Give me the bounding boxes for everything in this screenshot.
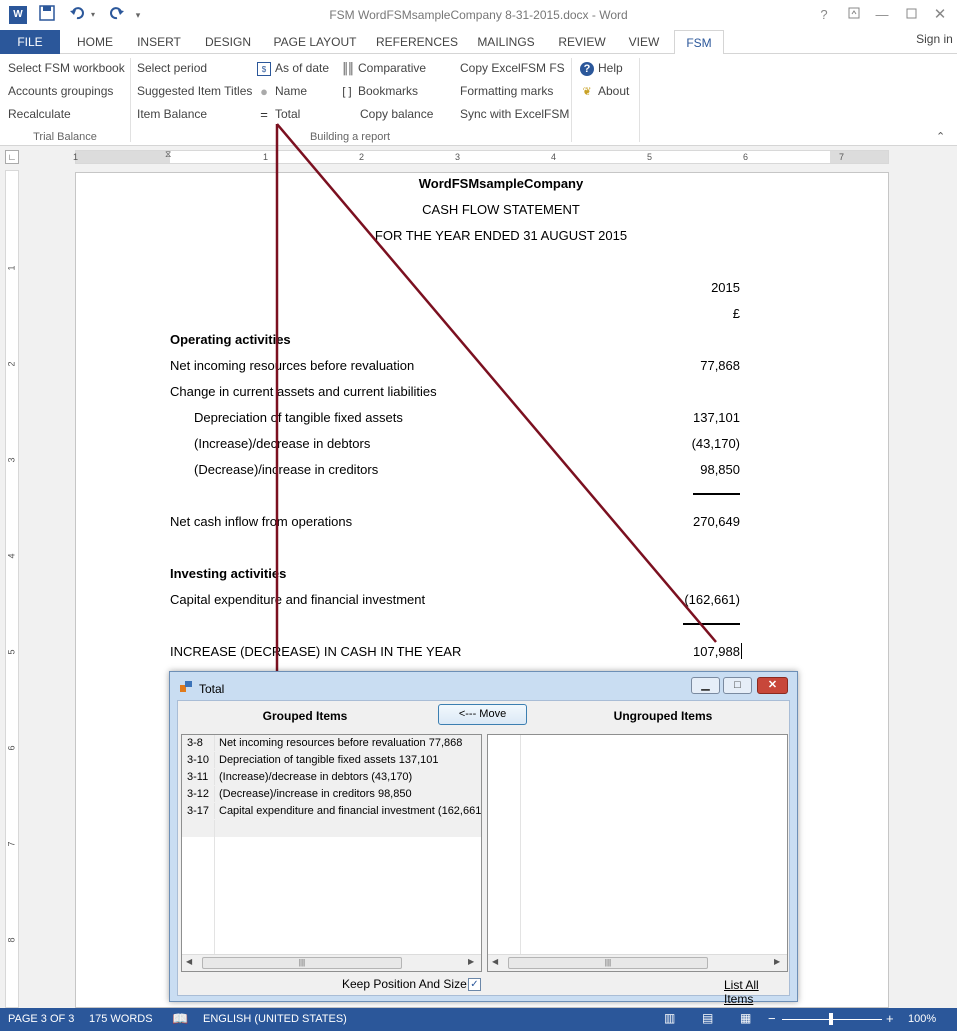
dialog-body: Grouped Items <--- Move Ungrouped Items … — [177, 700, 790, 1006]
zoom-in-icon[interactable]: + — [886, 1011, 894, 1026]
keep-position-label: Keep Position And Size — [342, 977, 467, 991]
zoom-out-icon[interactable]: − — [768, 1011, 776, 1026]
zoom-slider-thumb[interactable] — [829, 1013, 833, 1025]
table-row[interactable]: 3-17 Capital expenditure and financial i… — [182, 803, 481, 820]
ungrouped-items-header: Ungrouped Items — [613, 709, 713, 723]
scroll-right-icon[interactable]: ▶ — [468, 957, 474, 966]
row-text: (Decrease)/increase in creditors 98,850 — [219, 788, 412, 800]
print-layout-icon[interactable]: ▤ — [702, 1011, 713, 1025]
scroll-thumb[interactable]: ||| — [508, 957, 708, 969]
table-row[interactable]: 3-11 (Increase)/decrease in debtors (43,… — [182, 769, 481, 786]
total-dialog: Total ▁ □ ✕ Grouped Items <--- Move Ungr… — [169, 671, 798, 1006]
row-text: Capital expenditure and financial invest… — [219, 805, 482, 817]
grid-column-divider — [520, 735, 521, 971]
grouped-horizontal-scrollbar[interactable]: ◀ ||| ▶ — [182, 954, 481, 971]
language-indicator[interactable]: ENGLISH (UNITED STATES) — [203, 1013, 347, 1025]
row-code: 3-11 — [187, 771, 209, 783]
dialog-app-icon — [180, 681, 192, 693]
read-mode-icon[interactable]: ▥ — [664, 1011, 675, 1025]
scroll-left-icon[interactable]: ◀ — [492, 957, 498, 966]
row-text: (Increase)/decrease in debtors (43,170) — [219, 771, 413, 783]
scroll-left-icon[interactable]: ◀ — [186, 957, 192, 966]
row-code: 3-10 — [187, 754, 210, 766]
ungrouped-items-grid[interactable]: ◀ ||| ▶ — [487, 734, 788, 972]
scroll-right-icon[interactable]: ▶ — [774, 957, 780, 966]
zoom-level[interactable]: 100% — [908, 1013, 936, 1025]
list-all-items-link[interactable]: List All Items — [724, 978, 789, 1006]
table-row[interactable]: 3-10 Depreciation of tangible fixed asse… — [182, 752, 481, 769]
proofing-icon[interactable]: 📖 — [172, 1011, 188, 1027]
web-layout-icon[interactable]: ▦ — [740, 1011, 751, 1025]
move-button[interactable]: <--- Move — [438, 704, 527, 725]
row-text: Net incoming resources before revaluatio… — [219, 737, 463, 749]
keep-position-checkbox[interactable]: ✓ — [468, 978, 481, 991]
scroll-thumb[interactable]: ||| — [202, 957, 402, 969]
page-indicator[interactable]: PAGE 3 OF 3 — [8, 1013, 74, 1025]
dialog-title: Total — [199, 682, 225, 696]
diagonal-pointer-line — [276, 123, 717, 643]
row-code: 3-17 — [187, 805, 210, 817]
row-code: 3-12 — [187, 788, 210, 800]
grouped-items-grid[interactable]: 3-8 Net incoming resources before revalu… — [181, 734, 482, 972]
table-row[interactable]: 3-12 (Decrease)/increase in creditors 98… — [182, 786, 481, 803]
ungrouped-horizontal-scrollbar[interactable]: ◀ ||| ▶ — [488, 954, 787, 971]
dialog-close-button[interactable]: ✕ — [757, 677, 788, 694]
word-count[interactable]: 175 WORDS — [89, 1013, 153, 1025]
grouped-items-header: Grouped Items — [262, 709, 348, 723]
status-bar: PAGE 3 OF 3 175 WORDS 📖 ENGLISH (UNITED … — [0, 1008, 957, 1031]
row-text: Depreciation of tangible fixed assets 13… — [219, 754, 439, 766]
table-row[interactable]: 3-8 Net incoming resources before revalu… — [182, 735, 481, 752]
dialog-minimize-button[interactable]: ▁ — [691, 677, 720, 694]
row-code: 3-8 — [187, 737, 203, 749]
dialog-maximize-button[interactable]: □ — [723, 677, 752, 694]
